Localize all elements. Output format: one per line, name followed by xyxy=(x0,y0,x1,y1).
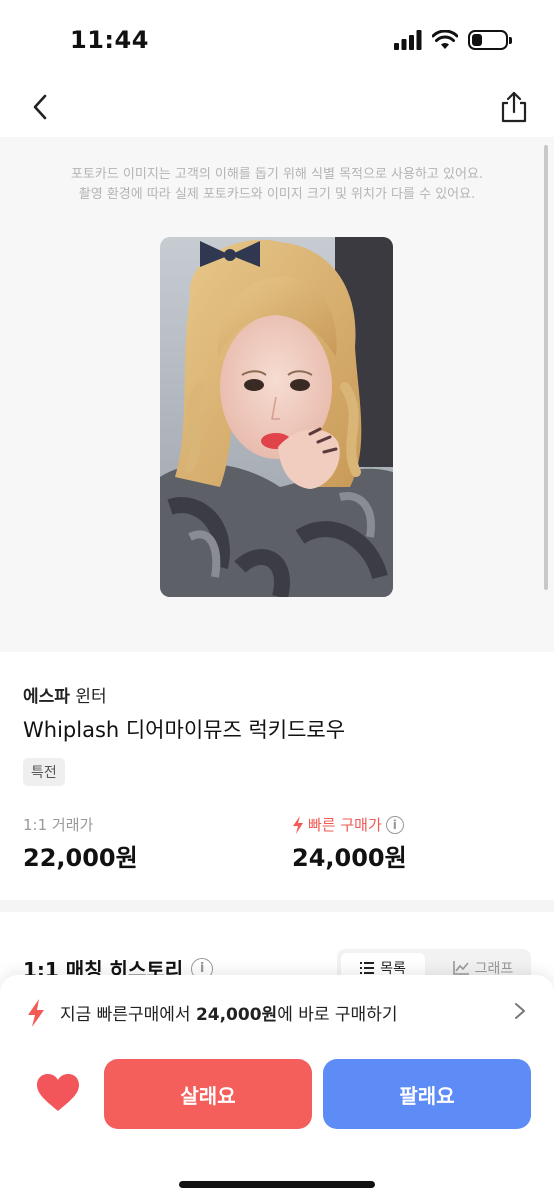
product-info: 에스파 윈터 Whiplash 디어마이뮤즈 럭키드로우 특전 1:1 거래가 … xyxy=(0,652,554,900)
back-button[interactable] xyxy=(26,92,56,122)
graph-icon xyxy=(452,961,469,975)
fast-buy-banner-text: 지금 빠른구매에서 24,000원에 바로 구매하기 xyxy=(60,1000,397,1025)
battery-icon xyxy=(468,30,512,50)
photocard-image-area: 포토카드 이미지는 고객의 이해를 돕기 위해 식별 목적으로 사용하고 있어요… xyxy=(0,137,554,652)
product-tag: 특전 xyxy=(23,758,65,786)
image-notice-line-1: 포토카드 이미지는 고객의 이해를 돕기 위해 식별 목적으로 사용하고 있어요… xyxy=(70,167,484,182)
product-detail-screen: 11:44 포토카드 이미지는 고객의 이해를 돕기 위해 식별 목적으로 사용… xyxy=(0,0,554,1200)
product-title: Whiplash 디어마이뮤즈 럭키드로우 xyxy=(23,718,346,742)
group-name: 에스파 xyxy=(23,687,70,707)
status-time: 11:44 xyxy=(70,26,149,54)
status-icons xyxy=(394,30,512,50)
lightning-icon xyxy=(28,999,44,1027)
wishlist-button[interactable] xyxy=(36,1073,80,1117)
image-notice: 포토카드 이미지는 고객의 이해를 돕기 위해 식별 목적으로 사용하고 있어요… xyxy=(0,165,554,205)
home-indicator xyxy=(179,1181,375,1188)
signal-icon xyxy=(394,30,422,50)
heart-icon xyxy=(37,1074,79,1111)
status-bar: 11:44 xyxy=(0,0,554,80)
photocard-image[interactable] xyxy=(160,237,393,597)
section-divider xyxy=(0,900,554,912)
list-icon xyxy=(360,962,375,974)
chevron-right-icon xyxy=(515,1003,525,1019)
fast-buy-banner[interactable]: 지금 빠른구매에서 24,000원에 바로 구매하기 xyxy=(0,975,554,1045)
buy-button[interactable]: 살래요 xyxy=(104,1059,312,1129)
trade-price: 22,000원 xyxy=(23,844,138,872)
share-icon xyxy=(501,91,527,123)
trade-price-label: 1:1 거래가 xyxy=(23,816,94,834)
fast-price-label: 빠른 구매가 xyxy=(308,816,382,834)
artist-label: 에스파 윈터 xyxy=(23,682,107,707)
chevron-left-icon xyxy=(33,94,47,120)
photocard-illustration xyxy=(160,237,393,597)
lightning-icon xyxy=(293,815,303,834)
image-notice-line-2: 촬영 환경에 따라 실제 포토카드와 이미지 크기 및 위치가 다를 수 있어요… xyxy=(78,187,476,202)
sell-button[interactable]: 팔래요 xyxy=(323,1059,531,1129)
bottom-action-bar: 지금 빠른구매에서 24,000원에 바로 구매하기 살래요 팔래요 xyxy=(0,975,554,1200)
banner-price: 24,000원 xyxy=(195,1005,278,1025)
wifi-icon xyxy=(432,30,458,49)
share-button[interactable] xyxy=(498,90,530,124)
nav-bar xyxy=(0,80,554,136)
fast-price-label-row: 빠른 구매가 i xyxy=(292,814,404,835)
image-scrollbar[interactable] xyxy=(544,145,548,590)
battery-level xyxy=(472,34,482,46)
banner-suffix: 에 바로 구매하기 xyxy=(277,1005,398,1025)
banner-prefix: 지금 빠른구매에서 xyxy=(60,1005,196,1025)
member-name: 윈터 xyxy=(75,687,107,707)
fast-price: 24,000원 xyxy=(292,844,407,872)
info-icon[interactable]: i xyxy=(385,815,404,834)
